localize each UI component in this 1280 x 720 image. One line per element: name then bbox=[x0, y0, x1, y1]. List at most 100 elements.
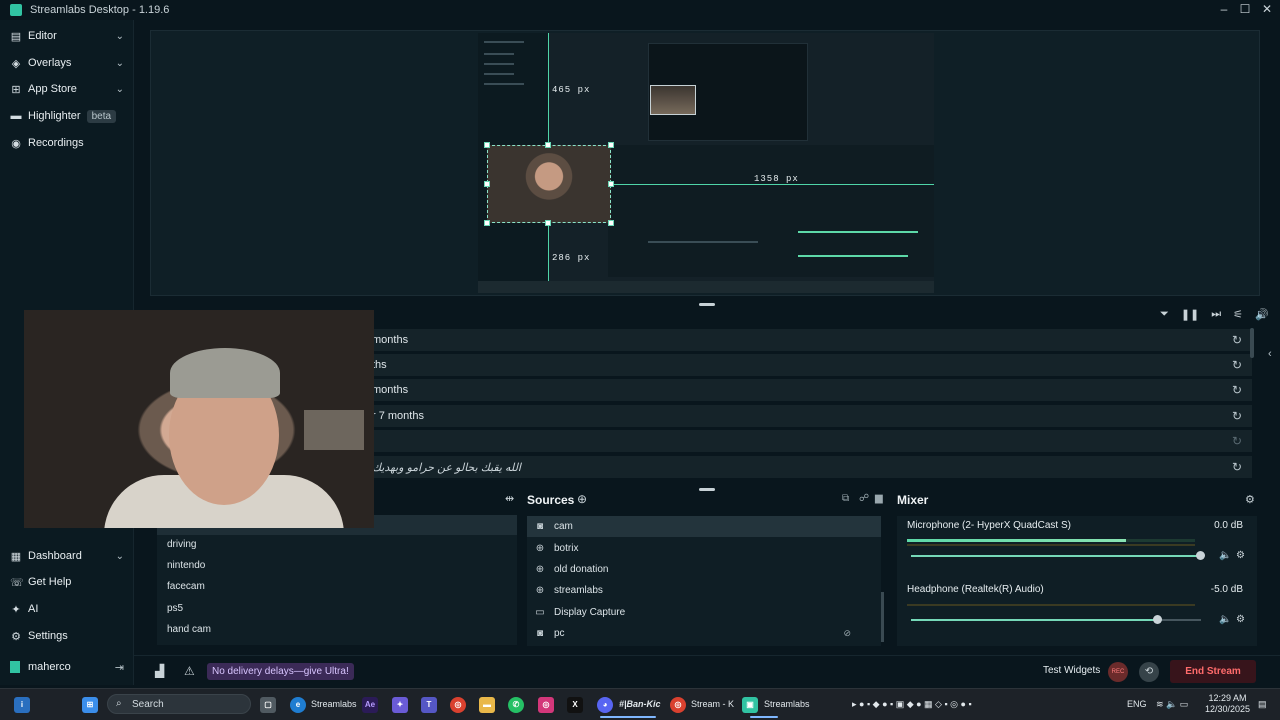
edge-icon[interactable]: e bbox=[290, 697, 306, 713]
scene-item[interactable]: facecam bbox=[167, 581, 205, 592]
language-indicator[interactable]: ENG bbox=[1127, 699, 1147, 709]
nav-dashboard[interactable]: ▦ Dashboard ⌄ bbox=[0, 544, 134, 568]
channel-settings-icon[interactable]: ⚙ bbox=[1236, 614, 1245, 625]
source-item[interactable]: ⊕ streamlabs bbox=[527, 580, 881, 601]
resize-handle[interactable] bbox=[484, 142, 490, 148]
task-view-icon[interactable]: ▢ bbox=[260, 697, 276, 713]
channel-settings-icon[interactable]: ⚙ bbox=[1236, 550, 1245, 561]
instagram-icon[interactable]: ◎ bbox=[538, 697, 554, 713]
resize-handle[interactable] bbox=[608, 181, 614, 187]
discord-icon[interactable]: ◕ bbox=[597, 697, 613, 713]
stream-preview[interactable]: 465 px 1358 px 286 px bbox=[478, 33, 934, 293]
add-window-icon[interactable]: ⧉ bbox=[842, 493, 849, 504]
resize-handle[interactable] bbox=[608, 142, 614, 148]
resize-handle[interactable] bbox=[484, 220, 490, 226]
chrome-icon[interactable]: ◎ bbox=[670, 697, 686, 713]
speaker-icon[interactable]: 🔈 bbox=[1219, 614, 1231, 625]
nav-editor[interactable]: ▤ Editor ⌄ bbox=[0, 24, 134, 48]
group-icon[interactable]: ☍ bbox=[859, 493, 869, 504]
source-item[interactable]: ⊕ old donation bbox=[527, 559, 881, 580]
teams-icon[interactable]: T bbox=[421, 697, 437, 713]
source-item[interactable]: ⊕ botrix bbox=[527, 538, 881, 559]
scene-item[interactable]: hand cam bbox=[167, 624, 211, 635]
record-button[interactable]: REC bbox=[1108, 662, 1128, 682]
x-icon[interactable]: X bbox=[567, 697, 583, 713]
volume-slider[interactable] bbox=[911, 615, 1201, 624]
after-effects-icon[interactable]: Ae bbox=[362, 697, 378, 713]
network-volume-battery-icons[interactable]: ≋ 🔈 ▭ bbox=[1156, 699, 1188, 710]
nav-highlighter[interactable]: ▬ Highlighter beta bbox=[0, 104, 134, 128]
chevron-left-icon[interactable]: ‹ bbox=[1268, 348, 1272, 360]
resize-handle[interactable] bbox=[484, 181, 490, 187]
ultra-promo-button[interactable]: No delivery delays—give Ultra! bbox=[207, 663, 354, 680]
collapse-panel-icon[interactable]: ⇹ bbox=[505, 492, 514, 505]
stats-icon[interactable]: ▟ bbox=[155, 664, 164, 678]
copilot-icon[interactable]: ✦ bbox=[392, 697, 408, 713]
volume-icon[interactable]: 🔊 bbox=[1255, 308, 1269, 322]
resize-drag-handle[interactable] bbox=[699, 488, 715, 491]
replay-icon[interactable]: ↻ bbox=[1232, 434, 1242, 448]
volume-slider[interactable] bbox=[911, 551, 1205, 560]
taskbar-app-label[interactable]: Stream - K bbox=[691, 699, 734, 709]
nav-ai[interactable]: ✦ AI bbox=[0, 597, 134, 621]
notifications-icon[interactable]: ▤ bbox=[1258, 699, 1267, 710]
chrome-icon[interactable]: ◎ bbox=[450, 697, 466, 713]
skip-icon[interactable]: ⏭ bbox=[1211, 308, 1221, 322]
nav-recordings[interactable]: ◉ Recordings bbox=[0, 131, 134, 155]
close-icon[interactable]: ✕ bbox=[1256, 0, 1278, 20]
replay-icon[interactable]: ↻ bbox=[1232, 409, 1242, 423]
resize-handle[interactable] bbox=[545, 220, 551, 226]
taskbar-app-label[interactable]: Streamlabs bbox=[311, 699, 357, 709]
mixer-settings-icon[interactable]: ⚙ bbox=[1245, 493, 1255, 506]
slider-knob[interactable] bbox=[1152, 615, 1162, 624]
clock[interactable]: 12:29 AM 12/30/2025 bbox=[1205, 693, 1250, 715]
slider-knob[interactable] bbox=[1196, 551, 1205, 560]
resize-handle[interactable] bbox=[545, 142, 551, 148]
scene-item[interactable]: nintendo bbox=[167, 560, 205, 571]
file-explorer-icon[interactable]: ▬ bbox=[479, 697, 495, 713]
events-scrollbar[interactable] bbox=[1250, 328, 1254, 358]
alert-icon[interactable]: ⚠ bbox=[184, 664, 195, 678]
maximize-icon[interactable]: ☐ bbox=[1234, 0, 1256, 20]
source-item[interactable]: ▭ Display Capture bbox=[527, 602, 881, 623]
nav-app-store[interactable]: ⊞ App Store ⌄ bbox=[0, 77, 134, 101]
whatsapp-icon[interactable]: ✆ bbox=[508, 697, 524, 713]
widgets-icon[interactable]: i bbox=[14, 697, 30, 713]
source-item[interactable]: ◙ cam bbox=[527, 516, 881, 537]
windows-start-icon[interactable]: ⊞ bbox=[82, 697, 98, 713]
add-source-icon[interactable]: ⊕ bbox=[577, 492, 587, 506]
replay-icon[interactable]: ↻ bbox=[1232, 358, 1242, 372]
replay-icon[interactable]: ↻ bbox=[1232, 333, 1242, 347]
speaker-icon[interactable]: 🔈 bbox=[1219, 550, 1231, 561]
logout-icon[interactable]: ⇥ bbox=[115, 661, 124, 674]
source-item[interactable]: ◙ pc ⊘ bbox=[527, 623, 881, 644]
tray-icons[interactable]: ▸ ● ▪ ◆ ● ▪ ▣ ◆ ● ▦ ◇ ▪ ◎ ● ▪ bbox=[852, 699, 972, 710]
filter-icon[interactable]: ⏷ bbox=[1160, 308, 1169, 322]
distance-bottom-label: 286 px bbox=[552, 253, 591, 263]
mute-alerts-icon[interactable]: ⚟ bbox=[1233, 308, 1243, 322]
sources-scrollbar[interactable] bbox=[881, 592, 884, 642]
hidden-eye-icon[interactable]: ⊘ bbox=[843, 628, 851, 639]
test-widgets-button[interactable]: Test Widgets bbox=[1043, 665, 1100, 676]
events-toolbar: ⏷ ❚❚ ⏭ ⚟ 🔊 bbox=[1160, 308, 1269, 322]
folder-icon[interactable]: ▆ bbox=[875, 493, 883, 504]
scene-item[interactable]: driving bbox=[167, 539, 196, 550]
scene-item[interactable]: ps5 bbox=[167, 603, 183, 614]
selected-webcam-source[interactable] bbox=[487, 145, 611, 223]
replay-buffer-icon[interactable]: ⟲ bbox=[1139, 662, 1159, 682]
resize-drag-handle[interactable] bbox=[699, 303, 715, 306]
replay-icon[interactable]: ↻ bbox=[1232, 383, 1242, 397]
pause-icon[interactable]: ❚❚ bbox=[1181, 308, 1199, 322]
minimize-icon[interactable]: – bbox=[1213, 0, 1235, 20]
resize-handle[interactable] bbox=[608, 220, 614, 226]
user-account[interactable]: maherco ⇥ bbox=[0, 655, 134, 679]
taskbar-search-input[interactable]: ⌕ Search bbox=[107, 694, 251, 714]
nav-get-help[interactable]: ☏ Get Help bbox=[0, 570, 134, 594]
taskbar-app-label[interactable]: #|Ban-Kic bbox=[619, 699, 661, 709]
streamlabs-taskbar-icon[interactable]: ▣ bbox=[742, 697, 758, 713]
replay-icon[interactable]: ↻ bbox=[1232, 460, 1242, 474]
nav-settings[interactable]: ⚙ Settings bbox=[0, 624, 134, 648]
end-stream-button[interactable]: End Stream bbox=[1170, 660, 1256, 683]
taskbar-app-label[interactable]: Streamlabs bbox=[764, 699, 810, 709]
nav-overlays[interactable]: ◈ Overlays ⌄ bbox=[0, 51, 134, 75]
